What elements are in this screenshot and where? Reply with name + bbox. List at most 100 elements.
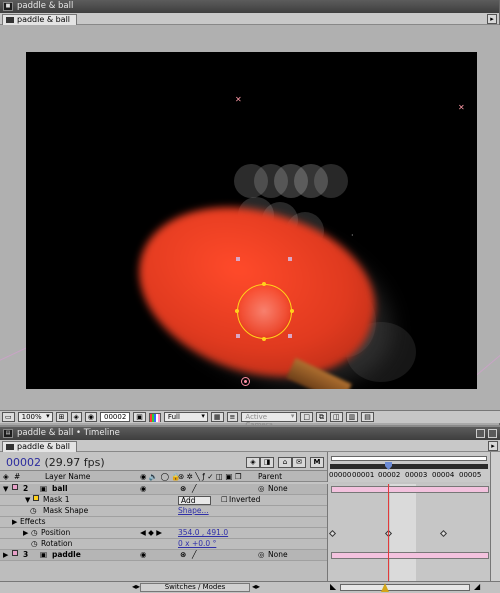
position-value[interactable]: 354.0 , 491.0 [178, 528, 228, 538]
expand-panes-icon[interactable]: ◂▸ [252, 582, 260, 591]
work-area-bar[interactable] [330, 464, 488, 469]
timeline-title-bar[interactable]: ▤ paddle & ball • Timeline [0, 427, 500, 440]
comp-tab[interactable]: paddle & ball [2, 14, 78, 25]
anchor-point-icon[interactable] [241, 377, 250, 386]
rotation-value[interactable]: 0 x +0.0 ° [178, 539, 216, 549]
mask-vertex[interactable] [262, 337, 266, 341]
inverted-checkbox[interactable]: ☐ [221, 495, 228, 505]
layer-bounds-handle[interactable] [236, 334, 240, 338]
timeline-timecode[interactable]: 00002 [6, 456, 41, 469]
layer-bounds-handle[interactable] [288, 257, 292, 261]
minimize-icon[interactable] [476, 429, 485, 438]
parent-pickwhip-icon[interactable]: ◎ [258, 550, 265, 560]
layer-bounds-handle[interactable] [236, 257, 240, 261]
quality-switch-icon[interactable]: ╱ [192, 484, 197, 494]
layer-name-column-header[interactable]: Layer Name [45, 471, 90, 482]
mask-vertex[interactable] [235, 309, 239, 313]
mask-shape-row[interactable]: ◷ Mask Shape Shape... [0, 506, 327, 517]
channel-swatches[interactable] [148, 412, 161, 422]
mask-path[interactable] [237, 284, 292, 339]
parent-pickwhip-icon[interactable]: ◎ [258, 484, 265, 494]
motion-path-point-icon[interactable]: ✕ [235, 96, 242, 104]
timeline-current-time[interactable]: 00002 (29.97 fps) [6, 456, 105, 469]
eye-icon[interactable]: ◉ [140, 484, 147, 494]
position-keyframe[interactable] [439, 529, 448, 538]
current-time-indicator-line[interactable] [388, 484, 389, 581]
transparency-grid-icon[interactable]: ▦ [210, 412, 224, 422]
label-color-chip[interactable] [12, 550, 18, 556]
close-icon[interactable] [488, 429, 497, 438]
mask-color-chip[interactable] [33, 495, 39, 501]
mask-shape-value[interactable]: Shape... [178, 506, 209, 516]
mask-vertex[interactable] [290, 309, 294, 313]
zoom-in-icon[interactable]: ◢ [474, 582, 480, 591]
panel-menu-arrow-icon[interactable]: ▸ [488, 441, 498, 451]
parent-column-header[interactable]: Parent [258, 471, 282, 482]
stopwatch-icon[interactable]: ◷ [31, 528, 38, 538]
layer-name[interactable]: paddle [52, 550, 81, 560]
safe-zones-icon[interactable]: ⊞ [55, 412, 68, 422]
twirl-open-icon[interactable]: ▼ [3, 484, 8, 494]
layer-row-paddle[interactable]: ▶ 3 ▣ paddle ◉ ⊛ ╱ ◎ None [0, 550, 327, 561]
position-keyframe[interactable] [328, 529, 337, 538]
layer-name[interactable]: ball [52, 484, 68, 494]
layer-bounds-handle[interactable] [288, 334, 292, 338]
mask-row[interactable]: ▼ Mask 1 Add ☐ Inverted [0, 495, 327, 506]
time-ruler[interactable]: 00000 00001 00002 00003 00004 00005 [327, 452, 490, 482]
camera-icon[interactable]: ▣ [133, 412, 146, 422]
position-row[interactable]: ▶ ◷ Position ◀ ◆ ▶ 354.0 , 491.0 [0, 528, 327, 539]
motion-path-point-icon[interactable]: ✕ [458, 104, 465, 112]
shy-switch-icon[interactable]: ⊛ [180, 484, 186, 494]
current-time-field[interactable]: 00002 [100, 412, 131, 422]
twirl-closed-icon[interactable]: ▶ [23, 528, 28, 538]
timeline-tab[interactable]: paddle & ball [2, 441, 78, 452]
zoom-dropdown[interactable]: 100% [17, 412, 53, 422]
mask-mode-dropdown[interactable]: Add [178, 496, 211, 505]
camera-dropdown[interactable]: Active Camera [241, 412, 298, 429]
zoom-out-icon[interactable]: ◣ [330, 582, 336, 591]
timeline-tracks[interactable] [327, 484, 490, 581]
live-update-icon[interactable]: ◨ [260, 457, 274, 468]
quality-switch-icon[interactable]: ╱ [192, 550, 197, 560]
label-color-chip[interactable] [12, 484, 18, 490]
eye-icon[interactable]: ◉ [140, 550, 147, 560]
layer-row-ball[interactable]: ▼ 2 ▣ ball ◉ ⊛ ╱ ◎ None [0, 484, 327, 495]
composition-viewer[interactable]: ✕ ✕ · [0, 25, 500, 410]
draft-3d-icon[interactable]: ▤ [361, 412, 374, 422]
stopwatch-icon[interactable]: ◷ [31, 539, 38, 549]
composition-canvas[interactable]: ✕ ✕ · [26, 52, 477, 389]
switches-modes-toggle[interactable]: Switches / Modes [140, 583, 250, 592]
hide-shy-layers-icon[interactable]: ✉ [292, 457, 306, 468]
comp-marker-icon[interactable]: ◈ [246, 457, 260, 468]
flowchart-icon[interactable]: ⧉ [316, 412, 328, 422]
mask-vertex[interactable] [262, 282, 266, 286]
twirl-closed-icon[interactable]: ▶ [3, 550, 8, 560]
panel-menu-arrow-icon[interactable]: ▸ [487, 14, 497, 24]
toggle-pixel-aspect-icon[interactable]: □ [300, 412, 314, 422]
region-of-interest-icon[interactable]: ▭ [2, 412, 15, 422]
keyframe-navigator-icon[interactable]: ◀ ◆ ▶ [140, 528, 162, 538]
time-navigator-bar[interactable] [331, 456, 487, 461]
rotation-row[interactable]: ◷ Rotation 0 x +0.0 ° [0, 539, 327, 550]
snapshot-icon[interactable]: ◈ [70, 412, 82, 422]
stopwatch-icon[interactable]: ◷ [30, 506, 37, 516]
mask-name[interactable]: Mask 1 [43, 495, 69, 505]
show-snapshot-icon[interactable]: ◉ [84, 412, 98, 422]
layer-duration-bar-ball[interactable] [331, 486, 489, 493]
show-channel-icon[interactable]: ◫ [330, 412, 343, 422]
zoom-slider-knob-icon[interactable] [381, 583, 389, 592]
twirl-closed-icon[interactable]: ▶ [12, 517, 17, 527]
parent-dropdown[interactable]: None [268, 550, 288, 560]
twirl-open-icon[interactable]: ▼ [25, 495, 30, 505]
parent-dropdown[interactable]: None [268, 484, 288, 494]
effects-row[interactable]: ▶ Effects [0, 517, 327, 528]
layer-duration-bar-paddle[interactable] [331, 552, 489, 559]
timeline-vertical-scrollbar[interactable] [490, 452, 500, 581]
reset-exposure-icon[interactable]: ▥ [345, 412, 359, 422]
shy-switch-icon[interactable]: ⊛ [180, 550, 186, 560]
motion-path-point-icon[interactable]: · [351, 232, 354, 240]
fast-preview-icon[interactable]: ≡ [226, 412, 239, 422]
resolution-dropdown[interactable]: Full [163, 412, 208, 422]
comp-title-bar[interactable]: ■ paddle & ball [0, 0, 499, 13]
draft-3d-icon[interactable]: ⌂ [278, 457, 292, 468]
